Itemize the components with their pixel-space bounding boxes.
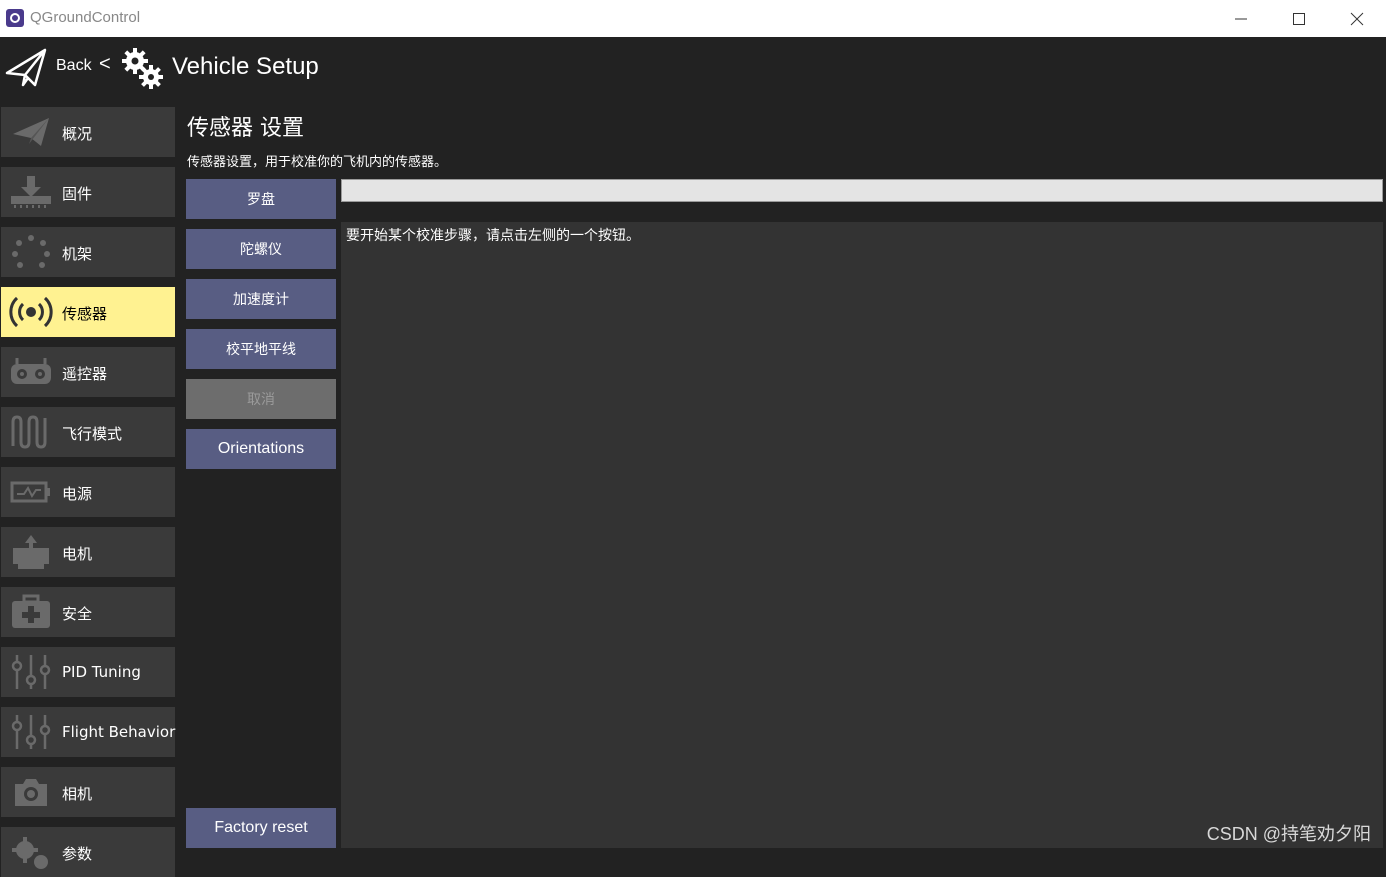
sidebar-item-summary[interactable]: 概况 (1, 107, 175, 157)
tuning-sliders-icon (11, 715, 51, 749)
page-title: Vehicle Setup (172, 53, 319, 80)
tuning-sliders-icon (11, 655, 51, 689)
parameters-icon (12, 837, 48, 869)
calibration-status-area: 要开始某个校准步骤，请点击左侧的一个按钮。 (341, 222, 1383, 848)
sidebar-item-motors[interactable]: 电机 (1, 527, 175, 577)
sidebar-item-power[interactable]: 电源 (1, 467, 175, 517)
sidebar-item-label: 固件 (62, 185, 93, 203)
sidebar-item-airframe[interactable]: 机架 (1, 227, 175, 277)
compass-button[interactable]: 罗盘 (186, 179, 336, 219)
gyroscope-button[interactable]: 陀螺仪 (186, 229, 336, 269)
sidebar-item-label: 电机 (62, 545, 93, 563)
sidebar-item-label: 传感器 (62, 305, 108, 323)
window-title-bar: QGroundControl (0, 0, 1386, 37)
close-button[interactable] (1328, 0, 1386, 37)
flight-modes-icon (11, 415, 47, 449)
section-description: 传感器设置，用于校准你的飞机内的传感器。 (187, 155, 448, 170)
cancel-button[interactable]: 取消 (186, 379, 336, 419)
sidebar-item-label: 飞行模式 (62, 425, 123, 443)
sidebar-item-label: Flight Behavior (62, 723, 176, 741)
sidebar-item-label: 电源 (62, 485, 93, 503)
radio-icon (11, 358, 51, 384)
maximize-button[interactable] (1270, 0, 1328, 37)
sidebar-item-radio[interactable]: 遥控器 (1, 347, 175, 397)
sidebar-item-flight-behavior[interactable]: Flight Behavior (1, 707, 175, 757)
setup-sidebar: 概况 固件 机架 传感器 遥控器 飞行模式 电源 电机 安全 PID Tunin… (0, 99, 180, 877)
orientations-button[interactable]: Orientations (186, 429, 336, 469)
sidebar-item-label: PID Tuning (62, 663, 141, 681)
sidebar-item-pid-tuning[interactable]: PID Tuning (1, 647, 175, 697)
sidebar-item-label: 遥控器 (62, 365, 108, 383)
maximize-icon (1293, 12, 1305, 25)
window-title: QGroundControl (30, 9, 141, 26)
back-plane-icon[interactable] (5, 47, 47, 89)
motors-icon (13, 535, 49, 569)
power-icon (10, 481, 50, 503)
sidebar-item-label: 概况 (62, 125, 93, 143)
breadcrumb-separator: < (99, 53, 111, 75)
sidebar-item-label: 机架 (62, 245, 93, 263)
qgc-app-icon (6, 9, 24, 27)
calibration-progress-bar (341, 179, 1383, 202)
camera-icon (15, 779, 47, 806)
safety-icon (12, 594, 50, 628)
sidebar-item-safety[interactable]: 安全 (1, 587, 175, 637)
plane-icon (13, 118, 49, 146)
accelerometer-button[interactable]: 加速度计 (186, 279, 336, 319)
close-icon (1350, 12, 1364, 25)
status-text: 要开始某个校准步骤，请点击左侧的一个按钮。 (346, 228, 640, 244)
back-button[interactable]: Back (56, 57, 92, 75)
minimize-icon (1235, 18, 1247, 19)
sidebar-item-parameters[interactable]: 参数 (1, 827, 175, 877)
minimize-button[interactable] (1212, 0, 1270, 37)
level-horizon-button[interactable]: 校平地平线 (186, 329, 336, 369)
gears-icon (122, 48, 163, 89)
sensors-icon (9, 296, 53, 328)
watermark: CSDN @持笔劝夕阳 (1206, 824, 1371, 844)
sidebar-item-firmware[interactable]: 固件 (1, 167, 175, 217)
sensor-setup-panel: 传感器 设置 传感器设置，用于校准你的飞机内的传感器。 罗盘 陀螺仪 加速度计 … (180, 99, 1386, 854)
top-toolbar: Back < Vehicle Setup (0, 37, 1386, 99)
sidebar-item-label: 安全 (62, 605, 93, 623)
sidebar-item-label: 相机 (62, 785, 93, 803)
sidebar-item-flight-modes[interactable]: 飞行模式 (1, 407, 175, 457)
sidebar-item-camera[interactable]: 相机 (1, 767, 175, 817)
factory-reset-button[interactable]: Factory reset (186, 808, 336, 848)
airframe-icon (12, 235, 50, 268)
firmware-download-icon (11, 176, 51, 208)
section-title: 传感器 设置 (187, 116, 304, 141)
sidebar-item-sensors[interactable]: 传感器 (1, 287, 175, 337)
